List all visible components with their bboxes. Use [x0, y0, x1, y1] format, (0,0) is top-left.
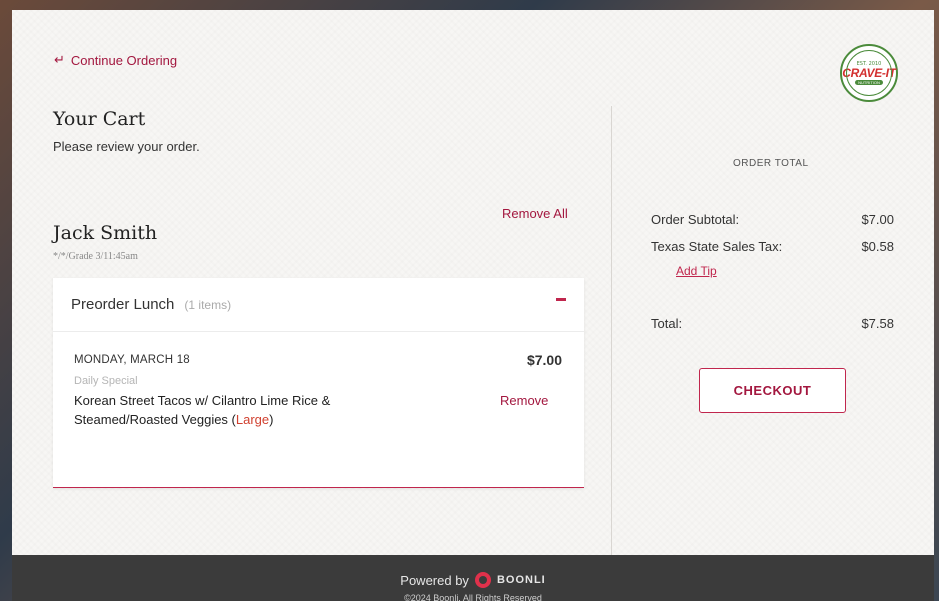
item-category: Daily Special [74, 375, 138, 387]
order-group-title: Preorder Lunch [71, 296, 175, 313]
tax-value: $0.58 [861, 239, 894, 254]
crave-it-logo: EST. 2010 CRAVE-IT NUTRITION [840, 44, 898, 102]
item-size: Large [235, 412, 270, 427]
subtotal-value: $7.00 [861, 212, 894, 227]
logo-ring [846, 50, 892, 96]
item-name-end: ) [269, 412, 274, 427]
powered-by-text: Powered by [400, 572, 469, 588]
item-date: MONDAY, MARCH 18 [74, 354, 190, 366]
cart-modal: ↵ Continue Ordering EST. 2010 CRAVE-IT N… [12, 10, 934, 601]
order-group-card: Preorder Lunch (1 items) MONDAY, MARCH 1… [53, 278, 584, 488]
add-tip-link[interactable]: Add Tip [676, 264, 717, 278]
boonli-logo-icon [474, 572, 491, 588]
continue-ordering-link[interactable]: ↵ Continue Ordering [54, 52, 177, 68]
remove-item-button[interactable]: Remove [500, 393, 548, 408]
item-price: $7.00 [526, 352, 562, 368]
page-title: Your Cart [53, 108, 146, 130]
total-label: Total: [651, 316, 683, 331]
subtotal-label: Order Subtotal: [651, 212, 740, 227]
page-subtitle: Please review your order. [53, 139, 200, 154]
column-divider [611, 106, 612, 556]
total-value: $7.58 [861, 316, 894, 331]
remove-all-button[interactable]: Remove All [502, 206, 568, 221]
continue-ordering-label: Continue Ordering [70, 52, 178, 68]
tax-row: Texas State Sales Tax: $0.58 [651, 239, 894, 254]
subtotal-row: Order Subtotal: $7.00 [651, 212, 894, 227]
item-name: Korean Street Tacos w/ Cilantro Lime Ric… [74, 391, 394, 429]
item-name-text: Korean Street Tacos w/ Cilantro Lime Ric… [74, 393, 331, 427]
student-meta: */*/Grade 3/11:45am [53, 251, 138, 262]
order-group-header[interactable]: Preorder Lunch (1 items) [53, 278, 584, 332]
footer: Powered by BOONLI ©2024 Boonli. All Righ… [12, 555, 934, 601]
total-row: Total: $7.58 [651, 316, 894, 331]
collapse-minus-icon[interactable] [556, 298, 566, 301]
tax-label: Texas State Sales Tax: [651, 239, 783, 254]
student-name: Jack Smith [53, 222, 158, 244]
checkout-button[interactable]: CHECKOUT [699, 368, 846, 413]
order-total-heading: ORDER TOTAL [733, 158, 809, 169]
copyright-text: ©2024 Boonli. All Rights Reserved [404, 593, 542, 601]
powered-by-row: Powered by BOONLI [12, 572, 934, 588]
order-group-count: (1 items) [184, 297, 232, 312]
return-arrow-icon: ↵ [54, 52, 65, 67]
boonli-brand[interactable]: BOONLI [497, 574, 546, 586]
